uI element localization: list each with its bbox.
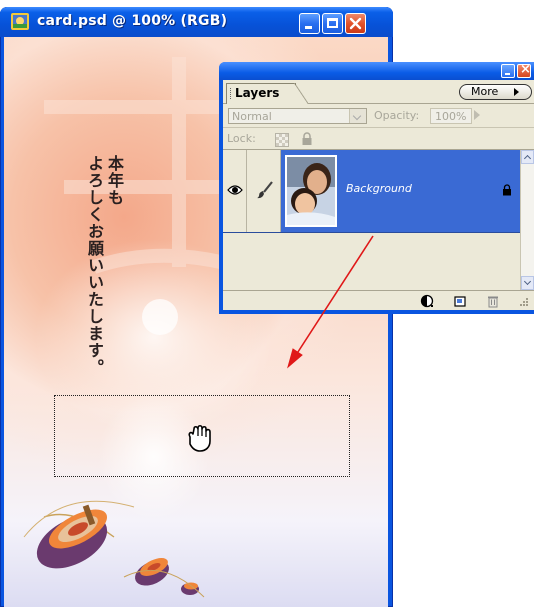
lock-transparency-icon[interactable] bbox=[275, 133, 289, 147]
resize-grip-icon[interactable] bbox=[516, 294, 530, 308]
palette-minimize-button[interactable] bbox=[501, 64, 515, 78]
visibility-toggle[interactable] bbox=[223, 150, 247, 232]
photoshop-document-icon bbox=[11, 13, 29, 30]
opacity-value: 100% bbox=[435, 110, 467, 123]
close-icon bbox=[349, 17, 362, 30]
greeting-text-line-2: よろしくお願いいたします。 bbox=[85, 155, 104, 376]
tab-layers[interactable]: Layers bbox=[226, 83, 308, 104]
document-titlebar[interactable]: card.psd @ 100% (RGB) bbox=[0, 7, 393, 37]
new-layer-icon[interactable] bbox=[453, 294, 467, 308]
tab-grip-icon bbox=[230, 88, 233, 99]
palette-body: Layers More Normal Opacity: 100% Lock: B… bbox=[223, 80, 534, 310]
layer-thumbnail bbox=[285, 155, 337, 227]
document-title: card.psd @ 100% (RGB) bbox=[37, 13, 228, 29]
layer-link-cell[interactable] bbox=[247, 150, 281, 232]
layer-row-background[interactable]: Background bbox=[223, 150, 520, 233]
more-arrow-icon bbox=[514, 88, 519, 96]
palette-close-button[interactable] bbox=[517, 62, 531, 78]
layer-lock-icon bbox=[503, 184, 511, 196]
palette-tabstrip: Layers More bbox=[223, 80, 534, 104]
blend-mode-value: Normal bbox=[232, 110, 272, 123]
hand-grab-icon bbox=[188, 424, 211, 452]
opacity-label: Opacity: bbox=[374, 109, 420, 122]
blend-mode-select[interactable]: Normal bbox=[228, 108, 367, 124]
thumbnail-photo bbox=[287, 157, 335, 225]
layer-name[interactable]: Background bbox=[346, 182, 412, 195]
layer-list-scrollbar[interactable] bbox=[520, 150, 534, 290]
maximize-button[interactable] bbox=[322, 13, 343, 34]
palette-titlebar[interactable] bbox=[219, 62, 534, 80]
more-button-label: More bbox=[471, 85, 499, 98]
scroll-down-button[interactable] bbox=[521, 276, 534, 290]
more-button[interactable]: More bbox=[459, 84, 532, 100]
scroll-up-button[interactable] bbox=[521, 150, 534, 164]
brush-icon bbox=[257, 181, 273, 199]
close-button[interactable] bbox=[345, 13, 366, 34]
blend-dropdown-icon[interactable] bbox=[349, 109, 366, 123]
layers-palette: Layers More Normal Opacity: 100% Lock: bbox=[219, 62, 534, 314]
adjustment-layer-icon[interactable] bbox=[420, 294, 434, 308]
minimize-button[interactable] bbox=[299, 13, 320, 34]
lock-row: Lock: bbox=[223, 128, 534, 150]
spinning-tops-illustration bbox=[23, 500, 205, 598]
greeting-text-line-1: 本年も bbox=[105, 155, 124, 206]
lock-all-icon[interactable] bbox=[301, 132, 313, 146]
palette-bottom-bar bbox=[223, 290, 534, 310]
delete-layer-icon[interactable] bbox=[486, 294, 500, 308]
lock-label: Lock: bbox=[227, 132, 256, 145]
opacity-input[interactable]: 100% bbox=[430, 108, 472, 124]
layer-options-row: Normal Opacity: 100% bbox=[223, 104, 534, 128]
eye-icon bbox=[227, 185, 243, 195]
opacity-slider-arrow-icon[interactable] bbox=[474, 110, 480, 120]
tab-layers-label: Layers bbox=[235, 86, 280, 100]
layer-list: Background bbox=[223, 150, 520, 290]
